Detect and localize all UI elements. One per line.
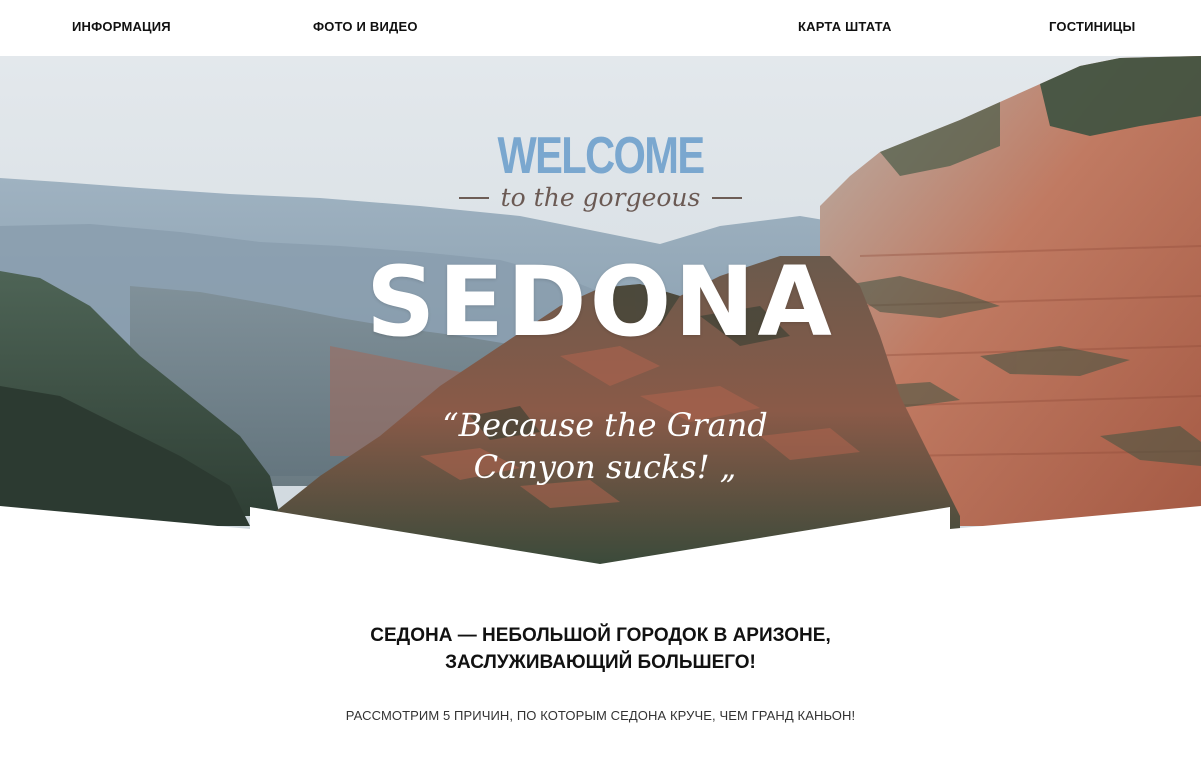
nav-item-hotels[interactable]: ГОСТИНИЦЫ (1049, 19, 1135, 34)
hero-quote: “Because the Grand Canyon sucks! „ (440, 404, 770, 488)
quote-line-1: “Because the Grand (442, 406, 768, 444)
intro-subline: РАССМОТРИМ 5 ПРИЧИН, ПО КОТОРЫМ СЕДОНА К… (345, 708, 856, 723)
nav-item-state-map[interactable]: КАРТА ШТАТА (798, 19, 892, 34)
top-navigation: ИНФОРМАЦИЯ ФОТО И ВИДЕО КАРТА ШТАТА ГОСТ… (0, 0, 1201, 56)
quote-line-2: Canyon sucks! „ (473, 448, 737, 486)
subtitle-dash-left (458, 196, 489, 199)
subtitle-text: to the gorgeous (500, 183, 701, 212)
hero-banner: WELCOME to the gorgeous SEDONA “Because … (0, 56, 1201, 566)
welcome-heading: WELCOME (497, 127, 705, 185)
headline-line-1: СЕДОНА — НЕБОЛЬШОЙ ГОРОДОК В АРИЗОНЕ, (370, 625, 831, 646)
intro-headline: СЕДОНА — НЕБОЛЬШОЙ ГОРОДОК В АРИЗОНЕ, ЗА… (0, 622, 1201, 676)
nav-item-photo-video[interactable]: ФОТО И ВИДЕО (313, 19, 418, 34)
subtitle-dash-right (712, 196, 743, 199)
headline-line-2: ЗАСЛУЖИВАЮЩИЙ БОЛЬШЕГО! (445, 652, 756, 673)
nav-item-info[interactable]: ИНФОРМАЦИЯ (72, 19, 171, 34)
subtitle-row: to the gorgeous (0, 183, 1201, 212)
hero-title: SEDONA (366, 246, 835, 358)
page: ИНФОРМАЦИЯ ФОТО И ВИДЕО КАРТА ШТАТА ГОСТ… (0, 0, 1201, 780)
